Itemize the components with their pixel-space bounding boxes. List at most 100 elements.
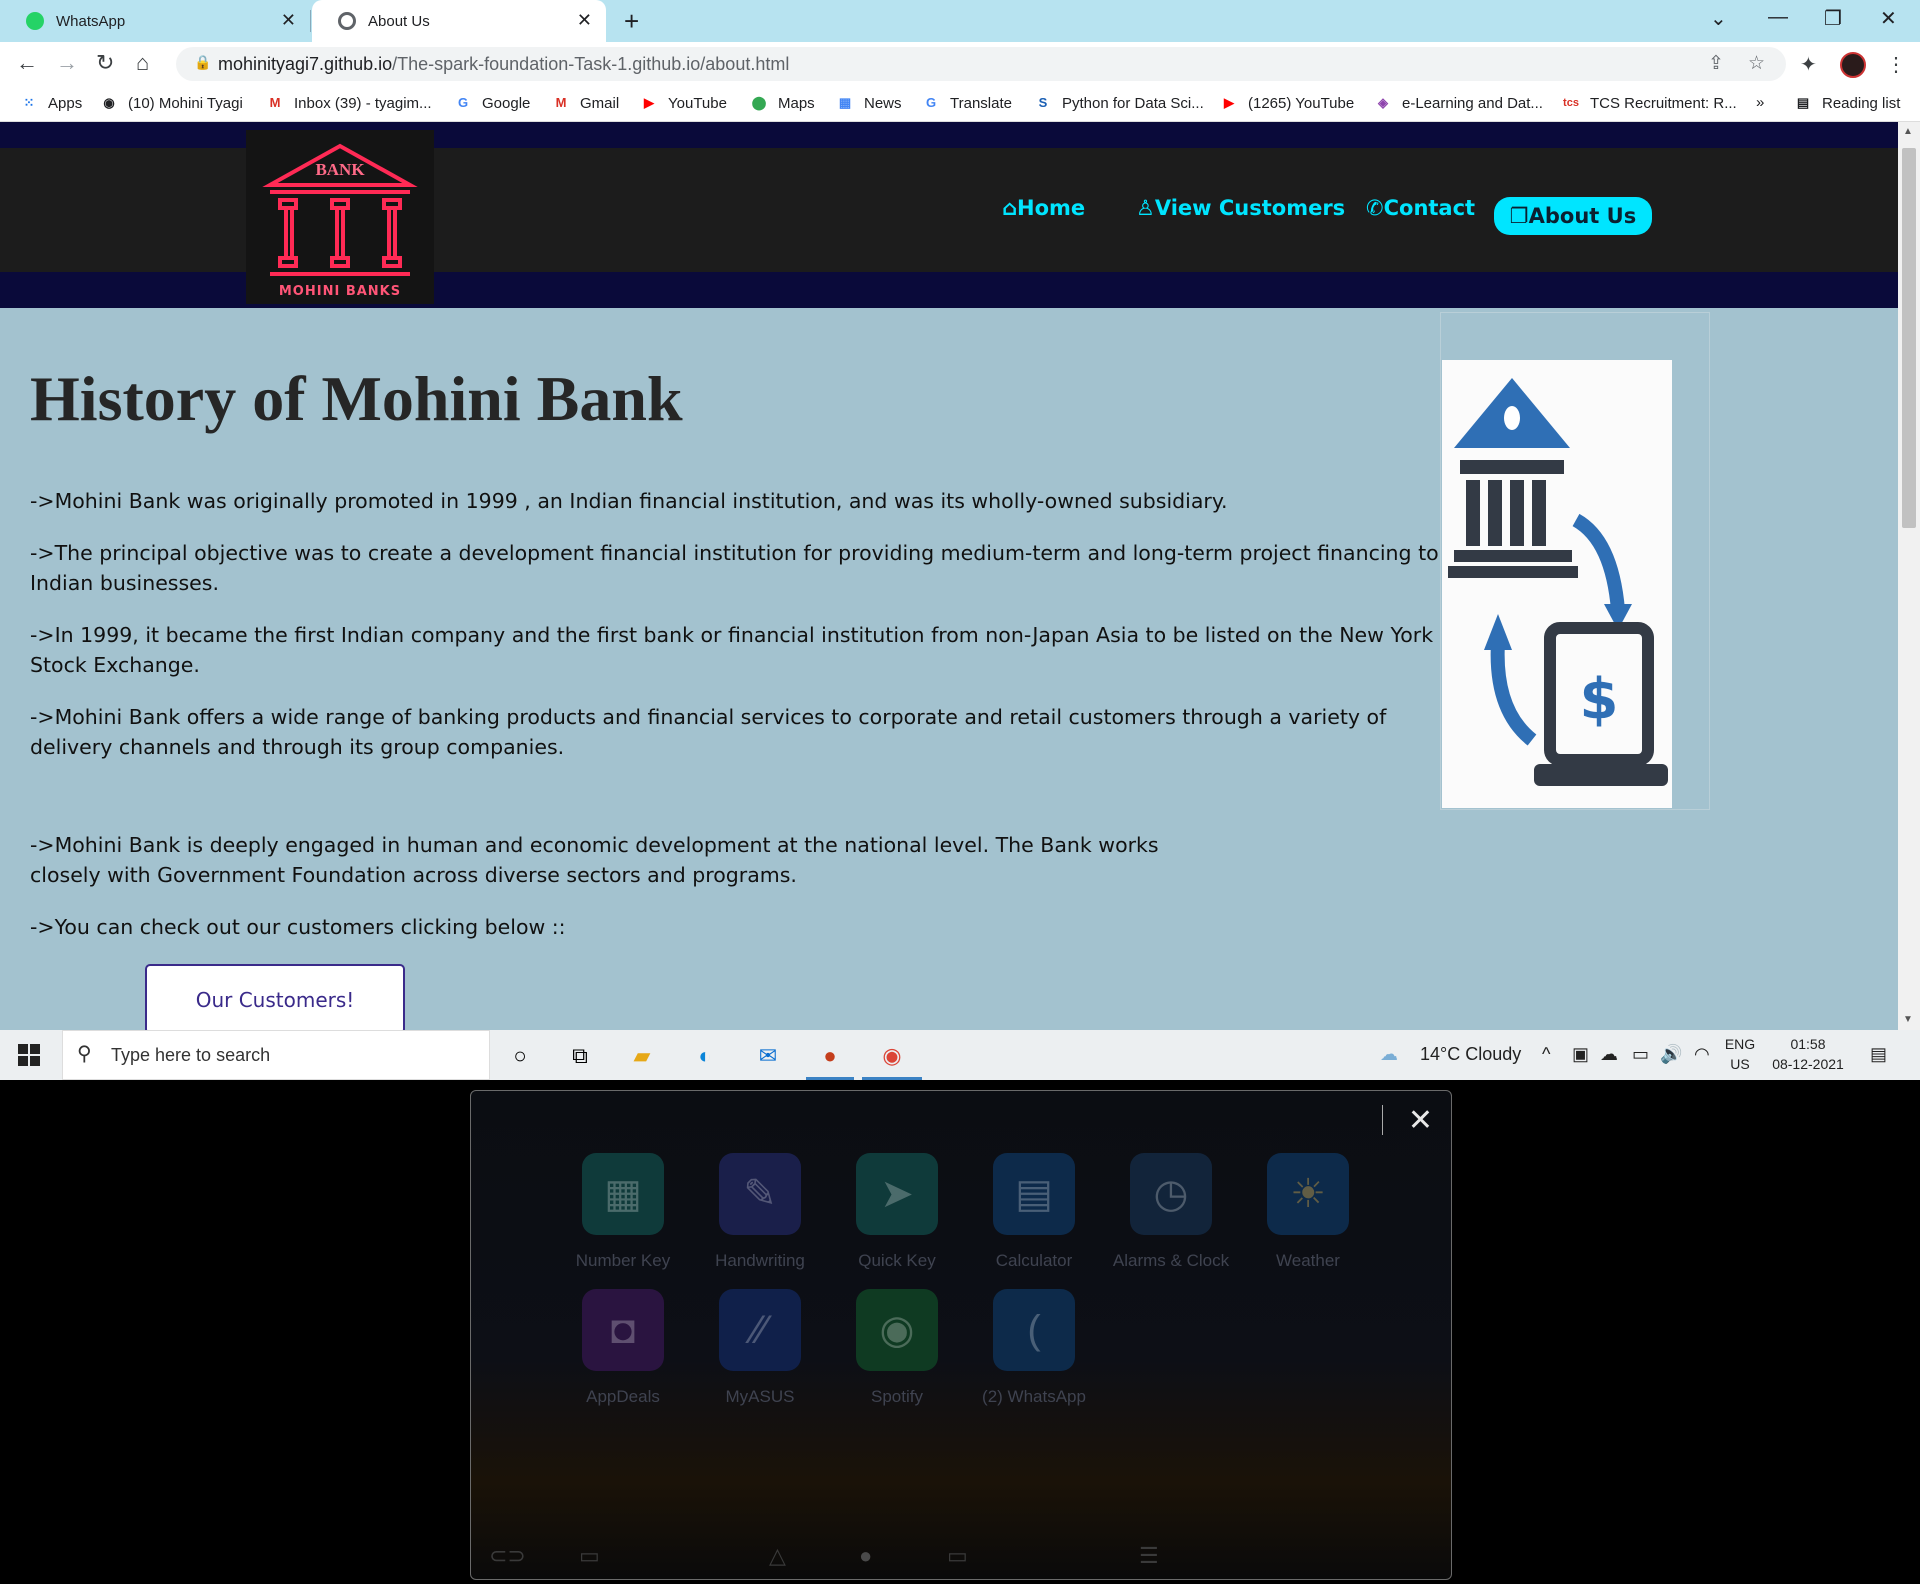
weather-text[interactable]: 14°C Cloudy [1420, 1044, 1521, 1065]
new-tab-button[interactable]: + [624, 6, 639, 37]
mail-icon[interactable]: ✉ [752, 1040, 784, 1072]
scrollbar-thumb[interactable] [1902, 148, 1916, 528]
bank-laptop-transfer-icon: $ [1448, 378, 1668, 786]
volume-icon[interactable]: 🔊 [1660, 1044, 1682, 1065]
bookmark-apps[interactable]: ⁙ Apps [20, 94, 83, 112]
bookmark-item[interactable]: ▶ (1265) YouTube [1220, 94, 1354, 112]
bookmarks-bar: ⁙ Apps ◉ (10) Mohini Tyagi M Inbox (39) - t… [0, 88, 1920, 122]
wifi-icon[interactable]: ◠ [1694, 1044, 1710, 1065]
language-indicator[interactable]: ENG [1722, 1036, 1758, 1052]
minimize-button[interactable]: — [1768, 6, 1788, 29]
notifications-icon[interactable]: ▤ [1870, 1044, 1887, 1065]
app-calculator[interactable]: ▤ Calculator [964, 1153, 1104, 1273]
meet-now-icon[interactable]: ▣ [1572, 1044, 1589, 1065]
tab-title: WhatsApp [56, 12, 126, 30]
link-icon[interactable]: ⊂⊃ [489, 1543, 526, 1569]
close-window-button[interactable]: ✕ [1880, 6, 1897, 31]
nav-contact[interactable]: ✆Contact [1366, 196, 1475, 220]
switch-screen-icon[interactable]: ▭ [947, 1543, 968, 1569]
whatsapp-icon: ( [993, 1289, 1075, 1371]
back-button[interactable]: ← [16, 50, 38, 76]
nav-about-us[interactable]: ❐About Us [1494, 197, 1652, 235]
nav-home[interactable]: ⌂Home [1002, 196, 1085, 220]
bookmark-item[interactable]: M Inbox (39) - tyagim... [266, 94, 432, 112]
bookmark-item[interactable]: G Google [454, 94, 530, 112]
reload-button[interactable]: ↻ [96, 50, 114, 76]
cortana-icon[interactable]: ○ [504, 1040, 536, 1072]
language-region: US [1730, 1056, 1750, 1072]
close-tab-icon[interactable]: ✕ [577, 10, 592, 31]
app-quick-key[interactable]: ➤ Quick Key [827, 1153, 967, 1273]
tab-about-us[interactable]: About Us ✕ [312, 0, 606, 42]
bookmark-item[interactable]: G Translate [922, 94, 1012, 112]
home-triangle-icon[interactable]: △ [769, 1543, 786, 1569]
bookmark-item[interactable]: ◉ (10) Mohini Tyagi [100, 94, 242, 112]
calculator-icon: ▤ [993, 1153, 1075, 1235]
file-explorer-icon[interactable]: ▰ [626, 1040, 658, 1072]
tab-strip: WhatsApp ✕ About Us ✕ + ⌄ — ❐ ✕ [0, 0, 1920, 42]
keypad-icon: ▦ [582, 1153, 664, 1235]
chrome-icon[interactable]: ◉ [876, 1040, 908, 1072]
bookmark-star-icon[interactable]: ☆ [1748, 52, 1765, 75]
app-alarms-clock[interactable]: ◷ Alarms & Clock [1101, 1153, 1241, 1273]
browser-toolbar: ← → ↻ ⌂ 🔒 mohinityagi7.github.io/The-spa… [0, 42, 1920, 88]
close-tab-icon[interactable]: ✕ [281, 10, 296, 31]
scroll-up-icon[interactable]: ▲ [1903, 126, 1913, 137]
windows-taskbar: ⚲ Type here to search ○ ⧉ ▰ ◐ ✉ ● ◉ ☁ 14… [0, 1030, 1920, 1080]
windows-start-icon[interactable] [18, 1044, 40, 1066]
center-dot-icon[interactable]: ● [859, 1543, 872, 1569]
close-icon[interactable]: ✕ [1408, 1103, 1433, 1138]
app-whatsapp[interactable]: ( (2) WhatsApp [964, 1289, 1104, 1409]
tab-search-icon[interactable]: ⌄ [1710, 6, 1727, 31]
shopping-bag-icon: ◘ [582, 1289, 664, 1371]
edge-icon[interactable]: ◐ [689, 1040, 721, 1072]
bookmark-item[interactable]: ⬤ Maps [750, 94, 815, 112]
show-hidden-icons-icon[interactable]: ^ [1542, 1044, 1550, 1065]
bookmark-item[interactable]: ▶ YouTube [640, 94, 727, 112]
google-icon: G [457, 95, 469, 110]
menu-icon[interactable]: ⋮ [1886, 52, 1906, 77]
app-handwriting[interactable]: ✎ Handwriting [690, 1153, 830, 1273]
globe-icon: ◉ [103, 95, 115, 110]
app-number-key[interactable]: ▦ Number Key [553, 1153, 693, 1273]
address-bar[interactable]: 🔒 mohinityagi7.github.io/The-spark-found… [176, 47, 1786, 81]
divider [1382, 1105, 1383, 1135]
task-view-icon[interactable]: ⧉ [564, 1040, 596, 1072]
screen-icon[interactable]: ▭ [579, 1543, 600, 1569]
app-myasus[interactable]: ⁄⁄ MyASUS [690, 1289, 830, 1409]
bookmark-item[interactable]: M Gmail [552, 94, 620, 112]
settings-sliders-icon[interactable]: ☰ [1139, 1543, 1159, 1569]
avatar[interactable] [1840, 52, 1866, 78]
page-title: History of Mohini Bank [30, 363, 683, 434]
home-button[interactable]: ⌂ [136, 50, 149, 76]
scroll-down-icon[interactable]: ▼ [1903, 1014, 1913, 1025]
extensions-icon[interactable]: ✦ [1800, 52, 1817, 77]
taskbar-search-input[interactable]: ⚲ Type here to search [62, 1030, 490, 1080]
bookmark-item[interactable]: S Python for Data Sci... [1034, 94, 1204, 112]
bank-transfer-image: $ [1442, 360, 1672, 808]
our-customers-button[interactable]: Our Customers! [145, 964, 405, 1030]
app-spotify[interactable]: ◉ Spotify [827, 1289, 967, 1409]
tab-whatsapp[interactable]: WhatsApp ✕ [0, 0, 310, 42]
powerpoint-icon[interactable]: ● [814, 1040, 846, 1072]
nav-view-customers[interactable]: ♙View Customers [1136, 196, 1345, 220]
forward-button[interactable]: → [56, 50, 78, 76]
share-icon[interactable]: ⇪ [1708, 52, 1724, 75]
onedrive-icon[interactable]: ☁ [1600, 1044, 1618, 1065]
send-icon: ➤ [856, 1153, 938, 1235]
page-scrollbar[interactable]: ▲ ▼ [1898, 122, 1920, 1030]
translate-icon: G [925, 95, 937, 110]
app-appdeals[interactable]: ◘ AppDeals [553, 1289, 693, 1409]
clock-time[interactable]: 01:58 [1766, 1036, 1850, 1052]
bookmark-item[interactable]: ▦ News [836, 94, 902, 112]
app-weather[interactable]: ☀ Weather [1238, 1153, 1378, 1273]
reading-list-button[interactable]: ▤ Reading list [1794, 94, 1901, 112]
battery-icon[interactable]: ▭ [1632, 1044, 1649, 1065]
bookmark-item[interactable]: tcs TCS Recruitment: R... [1562, 94, 1737, 112]
bookmark-item[interactable]: ◈ e-Learning and Dat... [1374, 94, 1543, 112]
tcs-icon: tcs [1563, 97, 1579, 109]
bookmarks-overflow-button[interactable]: » [1756, 94, 1764, 111]
clock-icon: ◷ [1130, 1153, 1212, 1235]
bank-logo[interactable]: BANK MOHINI BANKS [246, 130, 434, 304]
restore-button[interactable]: ❐ [1824, 6, 1842, 31]
